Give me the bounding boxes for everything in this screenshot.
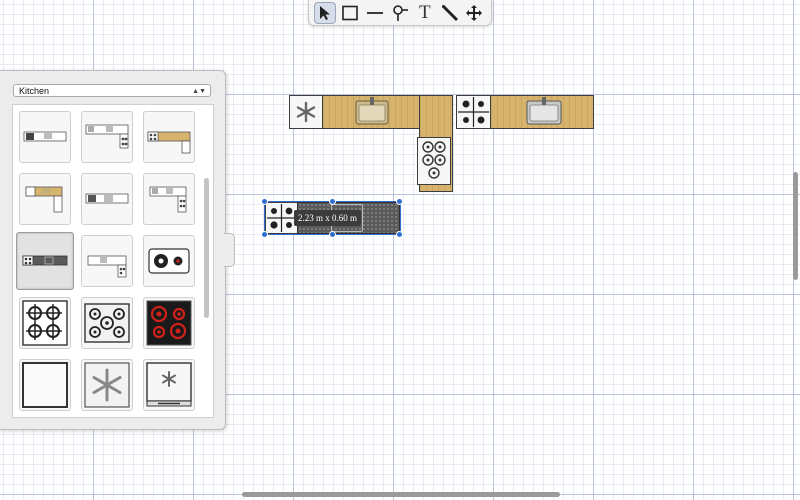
l-counter-stove-icon	[149, 186, 187, 213]
fan-icon	[296, 101, 316, 123]
library-item[interactable]	[143, 111, 195, 163]
move-icon	[466, 4, 483, 21]
rectangle-tool[interactable]	[339, 2, 361, 24]
sink-icon	[355, 97, 389, 125]
burners-icon	[267, 204, 296, 232]
library-item[interactable]	[81, 235, 133, 287]
library-item[interactable]	[143, 173, 195, 225]
category-select-value: Kitchen	[19, 86, 50, 96]
sink-top[interactable]	[355, 97, 389, 125]
l-counter-white-icon	[85, 193, 129, 204]
pin-tool[interactable]	[389, 2, 411, 24]
library-item[interactable]	[19, 173, 71, 225]
measure-tool[interactable]	[439, 2, 461, 24]
electric-hob-icon	[148, 248, 190, 274]
vertical-scrollbar[interactable]	[793, 172, 798, 280]
ruler-icon	[441, 4, 458, 21]
gas-hob-corner[interactable]	[417, 137, 451, 185]
horizontal-scrollbar[interactable]	[242, 492, 560, 497]
library-item[interactable]	[19, 111, 71, 163]
library-panel: Kitchen ▲▼	[0, 70, 226, 430]
chevron-updown-icon: ▲▼	[192, 88, 206, 95]
library-grid	[12, 104, 214, 418]
library-item[interactable]	[19, 297, 71, 349]
library-item[interactable]	[81, 359, 133, 411]
library-item[interactable]	[143, 297, 195, 349]
wood-counter-icon	[147, 131, 191, 154]
pin-icon	[393, 4, 408, 21]
library-item[interactable]	[81, 173, 133, 225]
gas-hob-four-icon	[22, 300, 68, 346]
library-item[interactable]	[143, 235, 195, 287]
selection-handle[interactable]	[261, 231, 268, 238]
gas-hob-five-icon	[84, 303, 130, 343]
sink-right[interactable]	[526, 97, 562, 125]
text-icon: T	[418, 2, 431, 23]
selection-handle[interactable]	[396, 198, 403, 205]
rectangle-icon	[342, 5, 359, 20]
library-item[interactable]	[81, 297, 133, 349]
library-item[interactable]	[19, 359, 71, 411]
ceramic-hob-icon	[146, 300, 192, 346]
counter-white-stove-icon	[87, 255, 127, 278]
extractor-fan-cabinet[interactable]	[289, 95, 323, 129]
pointer-icon	[320, 5, 331, 20]
selection-handle[interactable]	[261, 198, 268, 205]
burners-icon	[458, 97, 489, 127]
move-tool[interactable]	[463, 2, 485, 24]
l-counter-icon	[25, 186, 63, 213]
gray-counter-icon	[22, 255, 68, 266]
sink-icon	[526, 97, 562, 125]
panel-pointer	[224, 233, 235, 267]
pointer-tool[interactable]	[314, 1, 337, 24]
library-item[interactable]	[81, 111, 133, 163]
counter-stove-icon	[85, 124, 129, 149]
selection-handle[interactable]	[329, 198, 336, 205]
selection-handle[interactable]	[396, 231, 403, 238]
drawing-toolbar: T	[308, 0, 492, 26]
oven-icon	[146, 362, 192, 407]
library-item[interactable]	[143, 359, 195, 411]
panel-scrollbar[interactable]	[204, 178, 209, 318]
library-item-selected[interactable]	[16, 232, 74, 290]
category-select[interactable]: Kitchen ▲▼	[13, 84, 211, 97]
text-tool[interactable]: T	[414, 2, 436, 24]
line-icon	[367, 11, 384, 14]
burners-icon	[422, 141, 446, 179]
plain-cabinet-icon	[22, 362, 68, 408]
counter-corner-icon	[23, 131, 67, 142]
line-tool[interactable]	[364, 2, 386, 24]
selection-handle[interactable]	[329, 231, 336, 238]
dimension-label: 2.23 m x 0.60 m	[294, 210, 362, 226]
gas-hob-right[interactable]	[456, 95, 491, 129]
extractor-fan-icon	[84, 362, 130, 408]
